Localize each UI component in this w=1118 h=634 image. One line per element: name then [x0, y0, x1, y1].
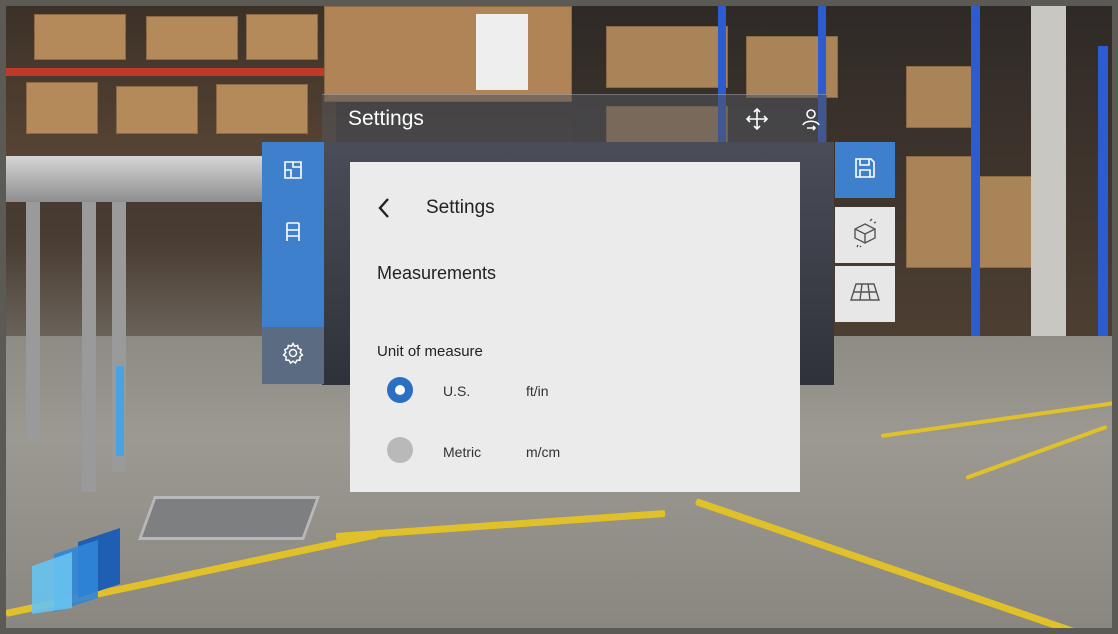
conveyor-rollers [6, 156, 276, 202]
conveyor-leg [26, 202, 40, 442]
cardboard-box [906, 66, 978, 128]
save-button[interactable] [835, 142, 895, 198]
floor-grid-button[interactable] [835, 266, 895, 322]
option-us-name[interactable]: U.S. [443, 383, 470, 399]
chevron-left-icon [375, 196, 393, 225]
option-us-unit: ft/in [526, 383, 549, 399]
settings-button[interactable] [262, 327, 324, 384]
3d-object-button[interactable] [835, 207, 895, 263]
left-toolbar [262, 142, 324, 384]
gear-icon [281, 341, 305, 370]
shelf-beam [6, 68, 336, 76]
card-title: Settings [426, 197, 495, 218]
app-screen: Settings Settings Measurements Unit of m… [0, 0, 1118, 634]
radio-metric[interactable] [387, 437, 413, 463]
rack-post [971, 6, 980, 376]
cardboard-box [976, 176, 1038, 268]
app-logo [28, 524, 124, 614]
3d-object-icon [850, 218, 880, 253]
option-metric-name[interactable]: Metric [443, 444, 481, 460]
shipping-label [476, 14, 528, 90]
unit-of-measure-label: Unit of measure [377, 343, 483, 360]
window-title: Settings [348, 107, 424, 130]
back-button[interactable] [366, 192, 402, 228]
conveyor-leg [82, 202, 96, 492]
section-heading: Measurements [377, 263, 497, 283]
cardboard-box [34, 14, 126, 60]
person-follow-icon[interactable] [798, 106, 824, 132]
cardboard-box [906, 156, 978, 268]
radio-us[interactable] [387, 377, 413, 403]
floor-plan-icon [282, 159, 304, 186]
cardboard-box [246, 14, 318, 60]
save-icon [852, 155, 878, 186]
move-arrows-icon[interactable] [744, 106, 770, 132]
cardboard-box [26, 82, 98, 134]
shelf-icon [283, 221, 303, 248]
large-box [324, 6, 572, 102]
conveyor-accent [116, 366, 124, 456]
cardboard-box [116, 86, 198, 134]
shelf-button[interactable] [262, 214, 324, 254]
cardboard-box [216, 84, 308, 134]
window-title-bar[interactable]: Settings [322, 94, 827, 143]
cardboard-box [146, 16, 238, 60]
floor-hatch [137, 496, 321, 540]
floor-plan-button[interactable] [262, 154, 324, 190]
settings-card [350, 162, 800, 492]
floor-grid-icon [849, 281, 881, 308]
cardboard-box [606, 26, 728, 88]
option-metric-unit: m/cm [526, 444, 561, 460]
